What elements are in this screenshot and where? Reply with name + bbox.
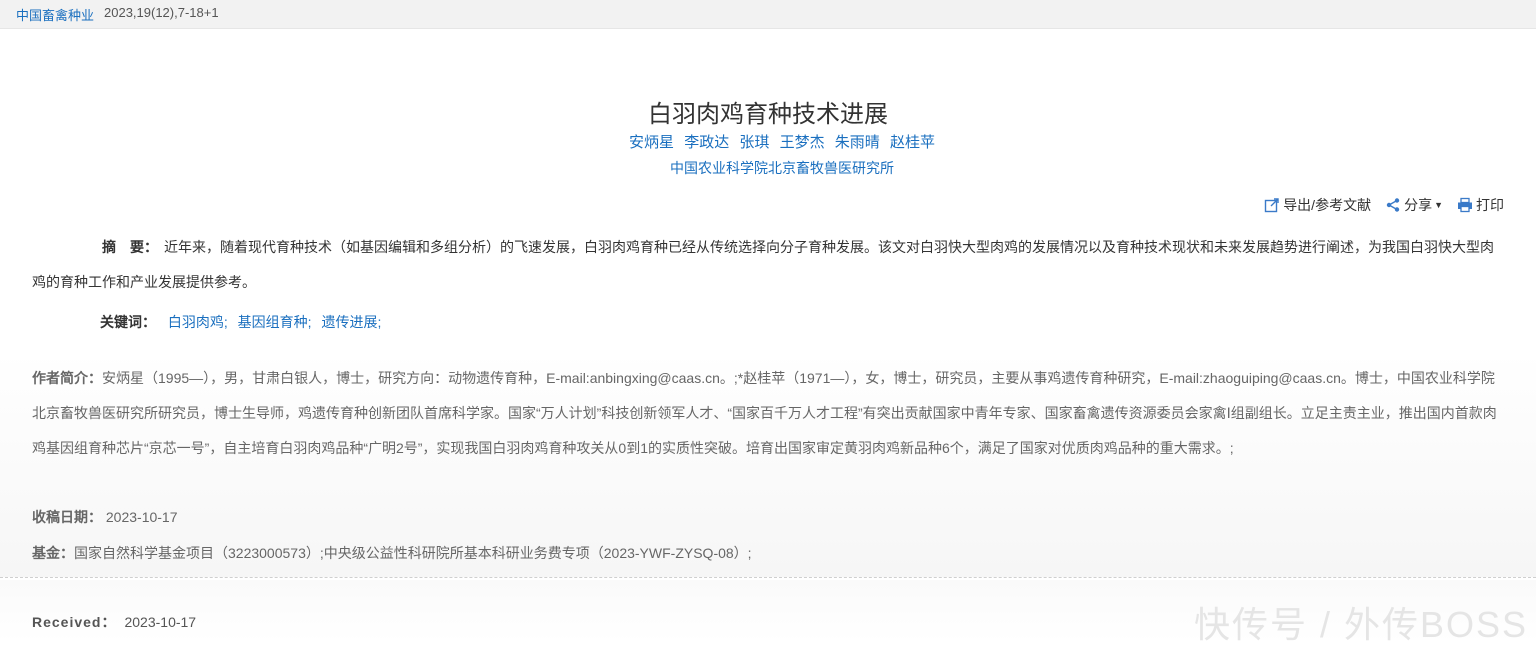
keywords-section: 关键词： 白羽肉鸡; 基因组育种; 遗传进展; [100,312,387,332]
author-intro-section: 作者简介：安炳星（1995—），男，甘肃白银人，博士，研究方向：动物遗传育种，E… [32,361,1504,466]
print-icon [1458,197,1472,213]
abstract-text: 近年来，随着现代育种技术（如基因编辑和多组分析）的飞速发展，白羽肉鸡育种已经从传… [32,239,1494,290]
print-button[interactable]: 打印 [1457,195,1504,215]
keyword-link[interactable]: 基因组育种; [238,314,312,330]
received-date-row: 收稿日期： 2023-10-17 [32,507,178,527]
abstract-section: 摘 要： 近年来，随着现代育种技术（如基因编辑和多组分析）的飞速发展，白羽肉鸡育种… [32,230,1504,300]
export-label: 导出/参考文献 [1283,197,1372,213]
author-link[interactable]: 李政达 [684,134,729,151]
fund-value: 国家自然科学基金项目（3223000573）;中央级公益性科研院所基本科研业务费… [74,545,752,561]
export-button[interactable]: 导出/参考文献 [1264,195,1371,215]
abstract-label: 摘 要： [102,239,158,255]
watermark: 快传号 / 外传BOSS [1193,604,1528,645]
author-link[interactable]: 王梦杰 [780,134,825,151]
received-date-value: 2023-10-17 [105,509,178,525]
author-link[interactable]: 张琪 [739,134,769,151]
chevron-down-icon: ▼ [1434,200,1443,210]
keywords-label: 关键词： [100,314,156,330]
share-label: 分享 [1404,197,1433,213]
fund-row: 基金：国家自然科学基金项目（3223000573）;中央级公益性科研院所基本科研… [32,543,752,563]
author-link[interactable]: 朱雨晴 [835,134,880,151]
author-intro-text: 安炳星（1995—），男，甘肃白银人，博士，研究方向：动物遗传育种，E-mail… [32,370,1497,456]
author-link[interactable]: 安炳星 [629,134,674,151]
top-bar: 中国畜禽种业 2023,19(12),7-18+1 [0,0,1536,29]
fund-label: 基金： [32,545,74,561]
share-button[interactable]: 分享 ▼ [1385,195,1443,215]
print-label: 打印 [1476,197,1504,213]
journal-link[interactable]: 中国畜禽种业 [16,5,94,24]
issue-info: 2023,19(12),7-18+1 [104,5,219,20]
article-toolbar: 导出/参考文献 分享 ▼ 打印 [1250,195,1504,215]
received-en-row: Received： 2023-10-17 [32,612,196,632]
export-icon [1264,198,1279,213]
received-date-label: 收稿日期： [32,509,102,525]
affiliation-link[interactable]: 中国农业科学院北京畜牧兽医研究所 [0,158,1536,178]
keyword-link[interactable]: 白羽肉鸡; [168,314,228,330]
received-en-value: 2023-10-17 [124,614,197,630]
share-icon [1386,198,1400,212]
author-list: 安炳星 李政达 张琪 王梦杰 朱雨晴 赵桂苹 [0,131,1536,152]
article-title: 白羽肉鸡育种技术进展 [648,101,888,128]
received-en-label: Received： [32,614,117,630]
author-intro-label: 作者简介： [32,370,102,386]
keyword-link[interactable]: 遗传进展; [321,314,381,330]
author-link[interactable]: 赵桂苹 [890,134,935,151]
